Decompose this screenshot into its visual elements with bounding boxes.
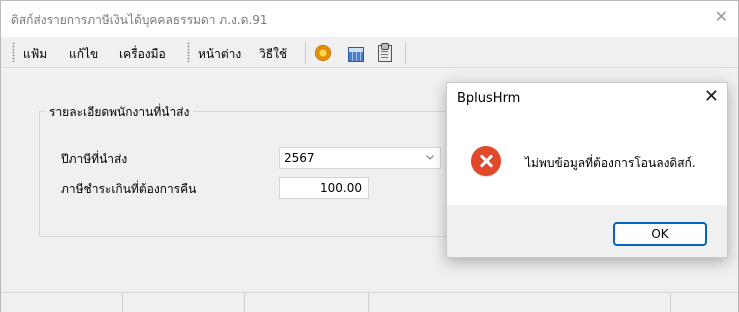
tool-icon[interactable]	[315, 45, 331, 61]
menu-window[interactable]: หน้าต่าง	[198, 45, 241, 64]
tax-year-select[interactable]: 2567	[279, 147, 441, 169]
clipboard-icon[interactable]	[378, 43, 392, 62]
dialog-message: ไม่พบข้อมูลที่ต้องการโอนลงดิสก์.	[525, 156, 696, 170]
chevron-down-icon	[426, 155, 434, 160]
ok-button[interactable]: OK	[613, 222, 707, 246]
toolbar-grip-icon[interactable]	[187, 42, 190, 62]
window-title: ดิสก์ส่งรายการภาษีเงินได้บุคคลธรรมดา ภ.ง…	[11, 13, 268, 27]
status-panel	[245, 293, 369, 312]
calculator-icon[interactable]	[348, 47, 364, 62]
status-panel	[369, 293, 671, 312]
menu-tools[interactable]: เครื่องมือ	[119, 45, 166, 64]
status-panel	[1, 293, 123, 312]
refund-amount-label: ภาษีชำระเกินที่ต้องการคืน	[61, 182, 197, 196]
dialog-titlebar: BplusHrm ✕	[447, 83, 727, 115]
refund-amount-input[interactable]: 100.00	[279, 177, 369, 199]
status-panel	[123, 293, 245, 312]
window-titlebar: ดิสก์ส่งรายการภาษีเงินได้บุคคลธรรมดา ภ.ง…	[1, 1, 738, 37]
menu-file[interactable]: แฟ้ม	[23, 45, 47, 64]
toolbar-separator	[405, 42, 406, 64]
status-bar	[1, 292, 738, 312]
dialog-body: ไม่พบข้อมูลที่ต้องการโอนลงดิสก์.	[447, 115, 727, 205]
menu-edit[interactable]: แก้ไข	[69, 45, 98, 64]
menu-help[interactable]: วิธีใช้	[259, 45, 287, 64]
toolbar-grip-icon[interactable]	[12, 42, 15, 62]
menu-toolbar: แฟ้ม แก้ไข เครื่องมือ หน้าต่าง วิธีใช้	[1, 37, 738, 68]
tax-year-value: 2567	[284, 151, 315, 165]
employee-details-group	[39, 111, 461, 237]
refund-amount-value: 100.00	[320, 181, 362, 195]
window-close-icon[interactable]: ✕	[715, 9, 728, 25]
dialog-close-icon[interactable]: ✕	[704, 87, 719, 107]
tax-year-label: ปีภาษีที่นำส่ง	[61, 152, 128, 166]
toolbar-separator	[305, 42, 306, 64]
dialog-title: BplusHrm	[457, 91, 521, 106]
error-dialog: BplusHrm ✕ ไม่พบข้อมูลที่ต้องการโอนลงดิส…	[446, 82, 728, 258]
error-icon	[471, 146, 501, 176]
group-title: รายละเอียดพนักงานที่นำส่ง	[45, 103, 194, 122]
